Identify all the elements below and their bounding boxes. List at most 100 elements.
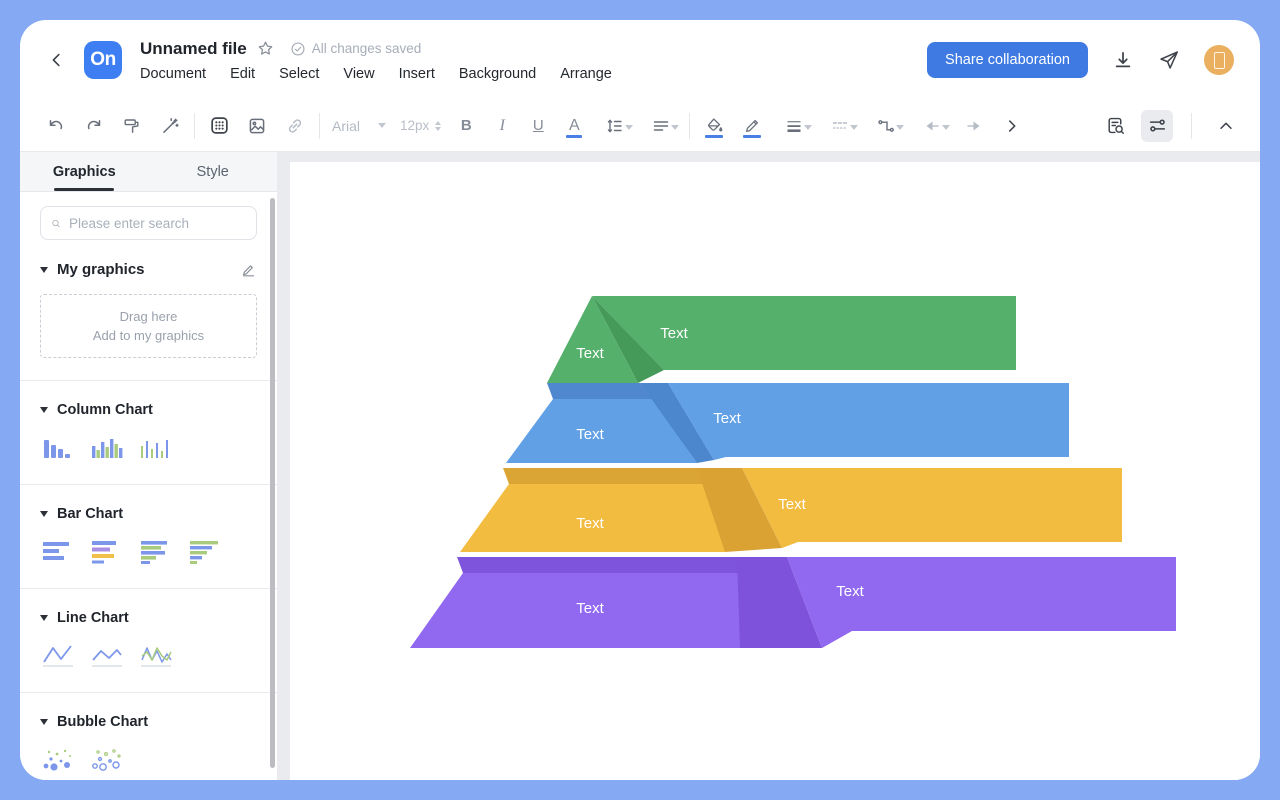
paint-roller-icon xyxy=(122,116,142,136)
back-button[interactable] xyxy=(42,45,72,75)
menu-document[interactable]: Document xyxy=(140,66,206,82)
pyramid-diagram[interactable]: Text Text Text Text xyxy=(290,162,1260,780)
chart-thumb-bar-1[interactable] xyxy=(40,538,76,566)
bar-chart-title: Bar Chart xyxy=(57,506,123,522)
properties-toggle-button[interactable] xyxy=(1141,110,1173,142)
column-chart-thumbs xyxy=(40,434,257,462)
bubble-chart-header[interactable]: Bubble Chart xyxy=(40,714,257,730)
pyramid-layer-blue[interactable]: Text Text xyxy=(506,383,1069,463)
sidebar: Graphics Style My graphics Drag here xyxy=(20,152,277,780)
share-collaboration-button[interactable]: Share collaboration xyxy=(927,42,1088,78)
section-divider xyxy=(20,588,277,589)
chevron-down-icon xyxy=(942,125,950,130)
bold-glyph: B xyxy=(461,117,472,134)
line-spacing-button[interactable] xyxy=(595,110,635,142)
pencil-icon xyxy=(743,117,761,135)
star-icon[interactable] xyxy=(257,40,274,57)
arrow-end-button[interactable] xyxy=(958,110,990,142)
chart-thumb-column-1[interactable] xyxy=(40,434,76,462)
bold-button[interactable]: B xyxy=(451,110,481,142)
chart-thumb-bar-2[interactable] xyxy=(89,538,125,566)
blue-banner-label: Text xyxy=(713,410,741,427)
caret-down-icon xyxy=(40,511,48,517)
bubble-chart-title: Bubble Chart xyxy=(57,714,148,730)
stroke-color-button[interactable] xyxy=(736,110,768,142)
pyramid-layer-purple[interactable]: Text Text xyxy=(410,557,1176,648)
yellow-top-lip[interactable] xyxy=(503,468,709,484)
toolbar-collapse-button[interactable] xyxy=(1210,110,1242,142)
chart-thumb-line-3[interactable] xyxy=(138,642,174,670)
canvas-area: Text Text Text Text xyxy=(277,152,1260,780)
chevron-right-icon xyxy=(1003,117,1021,135)
app-logo[interactable]: On xyxy=(84,41,122,79)
line-spacing-icon xyxy=(605,116,625,136)
line-weight-button[interactable] xyxy=(774,110,814,142)
purple-top-lip[interactable] xyxy=(457,557,749,573)
arrow-start-button[interactable] xyxy=(912,110,952,142)
format-painter-button[interactable] xyxy=(116,110,148,142)
menu-arrange[interactable]: Arrange xyxy=(560,66,612,82)
find-replace-button[interactable] xyxy=(1099,110,1131,142)
chart-thumb-bar-3[interactable] xyxy=(138,538,174,566)
blue-top-lip[interactable] xyxy=(547,383,652,399)
sidebar-scrollbar[interactable] xyxy=(270,198,275,768)
chart-thumb-bubble-1[interactable] xyxy=(40,746,76,774)
font-size-stepper[interactable]: 12px xyxy=(396,118,445,133)
connector-button[interactable] xyxy=(866,110,906,142)
titlebar: On Unnamed file All changes saved Docume… xyxy=(20,20,1260,100)
chart-thumb-bubble-2[interactable] xyxy=(89,746,125,774)
search-input[interactable] xyxy=(69,216,246,231)
line-style-button[interactable] xyxy=(820,110,860,142)
insert-graphic-button[interactable] xyxy=(203,110,235,142)
section-divider xyxy=(20,380,277,381)
tab-graphics[interactable]: Graphics xyxy=(20,152,149,191)
undo-button[interactable] xyxy=(40,110,72,142)
fill-color-swatch xyxy=(705,135,723,138)
insert-image-button[interactable] xyxy=(241,110,273,142)
search-icon xyxy=(51,216,61,231)
pyramid-layer-yellow[interactable]: Text Text xyxy=(460,468,1122,552)
chart-thumb-bar-4[interactable] xyxy=(187,538,223,566)
menu-edit[interactable]: Edit xyxy=(230,66,255,82)
menu-insert[interactable]: Insert xyxy=(399,66,435,82)
document-page[interactable]: Text Text Text Text xyxy=(290,162,1260,780)
font-family-value: Arial xyxy=(332,118,360,134)
chart-thumb-column-3[interactable] xyxy=(138,434,174,462)
toolbar-divider xyxy=(319,113,320,139)
menu-background[interactable]: Background xyxy=(459,66,536,82)
avatar-placeholder-glyph xyxy=(1214,52,1225,69)
search-box[interactable] xyxy=(40,206,257,240)
font-color-button[interactable]: A xyxy=(559,110,589,142)
magic-wand-icon xyxy=(160,116,180,136)
menu-select[interactable]: Select xyxy=(279,66,319,82)
line-chart-header[interactable]: Line Chart xyxy=(40,610,257,626)
font-family-select[interactable]: Arial xyxy=(328,118,390,134)
style-wand-button[interactable] xyxy=(154,110,186,142)
send-button[interactable] xyxy=(1158,49,1180,71)
edit-graphics-button[interactable] xyxy=(240,261,257,278)
align-button[interactable] xyxy=(641,110,681,142)
fill-color-button[interactable] xyxy=(698,110,730,142)
my-graphics-dropzone[interactable]: Drag here Add to my graphics xyxy=(40,294,257,358)
chevron-down-icon xyxy=(378,123,386,128)
italic-button[interactable]: I xyxy=(487,110,517,142)
sidebar-panel: My graphics Drag here Add to my graphics… xyxy=(20,192,277,780)
purple-banner[interactable] xyxy=(787,557,1176,648)
chart-thumb-line-2[interactable] xyxy=(89,642,125,670)
chart-thumb-line-1[interactable] xyxy=(40,642,76,670)
tab-style[interactable]: Style xyxy=(149,152,278,191)
menu-view[interactable]: View xyxy=(343,66,374,82)
underline-button[interactable]: U xyxy=(523,110,553,142)
avatar[interactable] xyxy=(1204,45,1234,75)
my-graphics-header[interactable]: My graphics xyxy=(40,261,257,278)
line-chart-thumbs xyxy=(40,642,257,670)
pyramid-layer-green[interactable]: Text Text xyxy=(547,296,1016,383)
column-chart-header[interactable]: Column Chart xyxy=(40,402,257,418)
bar-chart-header[interactable]: Bar Chart xyxy=(40,506,257,522)
redo-button[interactable] xyxy=(78,110,110,142)
insert-link-button[interactable] xyxy=(279,110,311,142)
green-banner[interactable] xyxy=(592,296,1016,370)
chart-thumb-column-2[interactable] xyxy=(89,434,125,462)
download-button[interactable] xyxy=(1112,49,1134,71)
toolbar-expand-button[interactable] xyxy=(996,110,1028,142)
